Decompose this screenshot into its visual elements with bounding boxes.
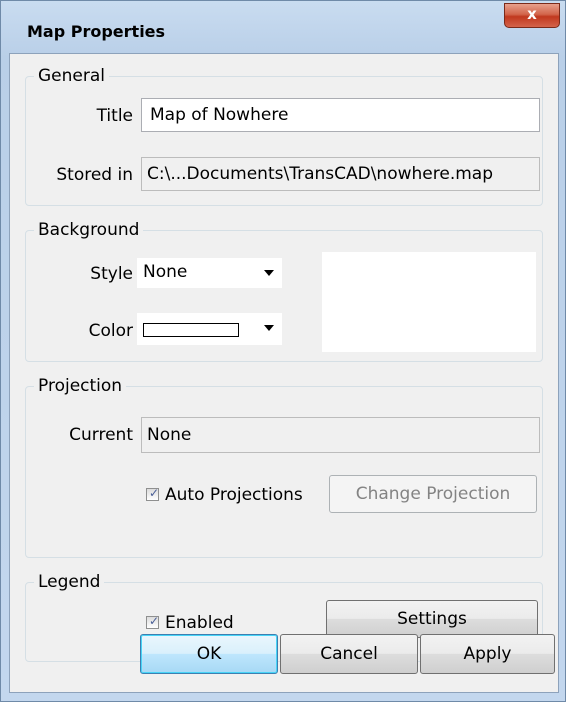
window-title: Map Properties	[27, 22, 166, 41]
projection-group-label: Projection	[34, 376, 127, 396]
background-group: Background Style None Color	[25, 220, 543, 362]
dialog-body: General Title Map of Nowhere Stored in C…	[9, 53, 559, 693]
style-label: Style	[90, 264, 133, 284]
close-button[interactable]: x	[504, 3, 560, 28]
color-label: Color	[88, 321, 133, 341]
checkbox-box[interactable]: ✓	[146, 614, 160, 629]
legend-enabled-checkbox[interactable]: ✓ Enabled	[146, 613, 234, 633]
style-value: None	[143, 262, 188, 282]
stored-in-field: C:\...Documents\TransCAD\nowhere.map	[141, 157, 540, 191]
title-bar[interactable]: Map Properties x	[1, 1, 566, 57]
color-dropdown[interactable]	[137, 313, 282, 345]
general-group: General Title Map of Nowhere Stored in C…	[25, 66, 543, 206]
general-group-label: General	[34, 66, 109, 86]
legend-group-label: Legend	[34, 572, 105, 592]
current-projection-field: None	[141, 417, 540, 453]
enabled-label: Enabled	[165, 613, 234, 633]
style-dropdown[interactable]: None	[137, 258, 282, 288]
close-icon: x	[527, 5, 537, 23]
background-group-label: Background	[34, 220, 144, 240]
apply-button[interactable]: Apply	[420, 634, 555, 674]
background-preview	[322, 252, 536, 352]
auto-projections-checkbox[interactable]: ✓ Auto Projections	[146, 485, 303, 505]
checkmark-icon: ✓	[149, 614, 160, 628]
auto-projections-label: Auto Projections	[165, 485, 303, 505]
chevron-down-icon	[264, 270, 274, 276]
title-input[interactable]: Map of Nowhere	[141, 98, 540, 132]
change-projection-button[interactable]: Change Projection	[329, 475, 537, 513]
checkmark-icon: ✓	[149, 486, 160, 500]
current-label: Current	[69, 425, 133, 445]
map-properties-dialog: Map Properties x General Title Map of No…	[0, 0, 566, 702]
cancel-button[interactable]: Cancel	[280, 634, 418, 674]
color-swatch	[143, 323, 239, 337]
ok-button[interactable]: OK	[140, 634, 278, 674]
stored-in-label: Stored in	[56, 165, 133, 185]
legend-settings-button[interactable]: Settings	[326, 600, 538, 638]
checkbox-box[interactable]: ✓	[146, 486, 160, 501]
projection-group: Projection Current None ✓ Auto Projection…	[25, 376, 543, 558]
chevron-down-icon	[264, 325, 274, 331]
title-label: Title	[96, 106, 133, 126]
